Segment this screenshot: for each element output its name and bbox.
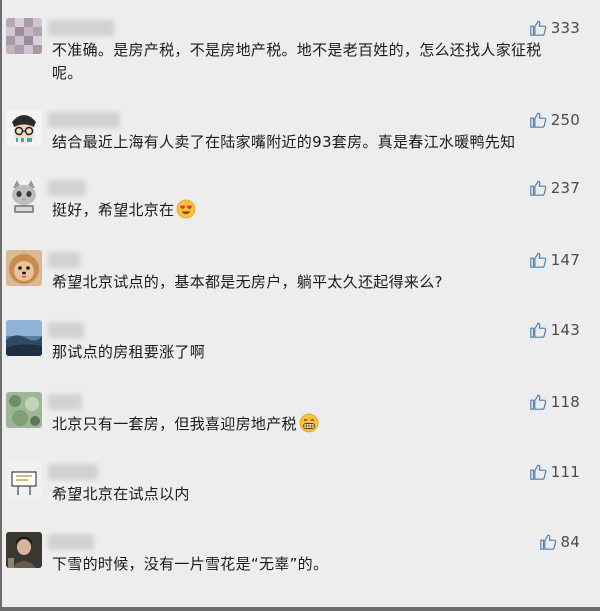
green-pattern-avatar[interactable]: [6, 392, 42, 428]
username-blurred: [48, 20, 114, 36]
glasses-face-avatar[interactable]: [6, 110, 42, 146]
comment-item: 111 希望北京在试点以内: [2, 462, 600, 512]
comment-item: 333 不准确。是房产税，不是房地产税。地不是老百姓的，怎么还找人家征税呢。: [2, 18, 600, 88]
cat-avatar[interactable]: [6, 178, 42, 214]
like-button[interactable]: 111: [529, 462, 580, 482]
like-count: 143: [550, 321, 580, 339]
like-count: 84: [560, 533, 580, 551]
sign-avatar[interactable]: [6, 462, 42, 498]
thumbs-up-icon: [529, 111, 547, 129]
username-blurred: [48, 180, 86, 196]
thumbs-up-icon: [529, 251, 547, 269]
heart-eyes-emoji: [176, 199, 196, 219]
comment-text: 北京只有一套房，但我喜迎房地产税: [52, 413, 552, 436]
portrait-avatar[interactable]: [6, 532, 42, 568]
comment-text: 希望北京在试点以内: [52, 485, 190, 503]
pomeranian-avatar[interactable]: [6, 250, 42, 286]
like-button[interactable]: 84: [539, 532, 581, 552]
grin-emoji: [299, 413, 319, 433]
like-count: 111: [550, 463, 580, 481]
like-button[interactable]: 237: [529, 178, 580, 198]
landscape-avatar[interactable]: [6, 320, 42, 356]
like-button[interactable]: 333: [529, 18, 580, 38]
username-blurred: [48, 394, 82, 410]
comment-item: 143 那试点的房租要涨了啊: [2, 320, 600, 370]
thumbs-up-icon: [529, 393, 547, 411]
comment-item: 84 下雪的时候，没有一片雪花是“无辜”的。: [2, 532, 600, 582]
username-blurred: [48, 252, 80, 268]
like-button[interactable]: 118: [529, 392, 580, 412]
username-blurred: [48, 112, 120, 128]
comment-text: 结合最近上海有人卖了在陆家嘴附近的93套房。真是春江水暖鸭先知: [52, 133, 516, 151]
thumbs-up-icon: [529, 19, 547, 37]
thumbs-up-icon: [539, 533, 557, 551]
like-count: 250: [550, 111, 580, 129]
comment-list: 333 不准确。是房产税，不是房地产税。地不是老百姓的，怎么还找人家征税呢。 2…: [0, 0, 600, 611]
comment-text: 挺好，希望北京在: [52, 199, 552, 222]
like-count: 118: [550, 393, 580, 411]
comment-text: 不准确。是房产税，不是房地产税。地不是老百姓的，怎么还找人家征税呢。: [52, 41, 542, 82]
comment-text: 那试点的房租要涨了啊: [52, 343, 206, 361]
comment-text: 下雪的时候，没有一片雪花是“无辜”的。: [52, 555, 329, 573]
username-blurred: [48, 534, 94, 550]
pixel-grid-avatar[interactable]: [6, 18, 42, 54]
thumbs-up-icon: [529, 321, 547, 339]
comment-item: 237 挺好，希望北京在: [2, 178, 600, 228]
like-button[interactable]: 147: [529, 250, 580, 270]
comment-text: 希望北京试点的，基本都是无房户，躺平太久还起得来么?: [52, 273, 443, 291]
like-count: 147: [550, 251, 580, 269]
thumbs-up-icon: [529, 463, 547, 481]
username-blurred: [48, 464, 98, 480]
like-count: 237: [550, 179, 580, 197]
like-count: 333: [550, 19, 580, 37]
username-blurred: [48, 322, 84, 338]
thumbs-up-icon: [529, 179, 547, 197]
comment-item: 118 北京只有一套房，但我喜迎房地产税: [2, 392, 600, 442]
like-button[interactable]: 143: [529, 320, 580, 340]
comment-item: 147 希望北京试点的，基本都是无房户，躺平太久还起得来么?: [2, 250, 600, 300]
comment-text-body: 挺好，希望北京在: [52, 201, 175, 219]
comment-item: 250 结合最近上海有人卖了在陆家嘴附近的93套房。真是春江水暖鸭先知: [2, 110, 600, 160]
comment-text-body: 北京只有一套房，但我喜迎房地产税: [52, 415, 297, 433]
like-button[interactable]: 250: [529, 110, 580, 130]
